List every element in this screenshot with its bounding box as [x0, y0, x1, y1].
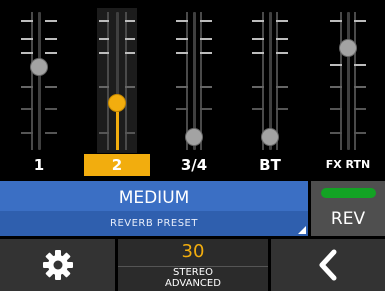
preset-name: MEDIUM	[118, 188, 190, 208]
fader-tick	[276, 108, 288, 110]
fader-rail	[354, 12, 356, 150]
fader-rail	[276, 12, 278, 150]
fader-tick	[21, 132, 33, 134]
reverb-preset-selector[interactable]: MEDIUM REVERB PRESET	[0, 181, 308, 236]
fader-tick	[252, 20, 264, 22]
fader-tick	[125, 132, 135, 134]
fader-tick	[176, 52, 188, 54]
back-button[interactable]	[271, 239, 385, 291]
fader-knob[interactable]	[261, 128, 279, 146]
chevron-left-icon	[319, 249, 337, 281]
fader-tick	[99, 38, 109, 40]
fader-tick	[21, 86, 33, 88]
channel-label-1[interactable]: 1	[19, 154, 59, 176]
fader-rail	[340, 12, 342, 150]
fader-tick	[330, 20, 342, 22]
fader-tick	[45, 108, 57, 110]
fader-tick	[330, 86, 342, 88]
fader-tick	[45, 52, 57, 54]
fader-channel-fx-rtn[interactable]	[328, 8, 368, 153]
fader-tick	[354, 64, 366, 66]
fader-tick	[354, 86, 366, 88]
fader-tick	[200, 38, 212, 40]
fader-tick	[176, 108, 188, 110]
fader-tick	[354, 20, 366, 22]
fader-tick	[45, 132, 57, 134]
rev-led-indicator	[321, 188, 376, 198]
fader-track	[346, 12, 350, 150]
fader-tick	[99, 20, 109, 22]
fader-tick	[99, 86, 109, 88]
fader-knob[interactable]	[30, 58, 48, 76]
fader-tick	[45, 86, 57, 88]
fader-tick	[125, 52, 135, 54]
fader-channel-bt[interactable]	[250, 8, 290, 153]
fader-tick	[330, 64, 342, 66]
fader-knob[interactable]	[185, 128, 203, 146]
fader-tick	[176, 38, 188, 40]
fader-tick	[21, 20, 33, 22]
fader-tick	[276, 38, 288, 40]
channel-label-bt[interactable]: BT	[248, 154, 292, 176]
fader-area: 1 2 3/4 BT FX RTN	[0, 0, 385, 178]
fader-tick	[252, 38, 264, 40]
fader-tick	[21, 38, 33, 40]
fader-tick	[200, 20, 212, 22]
fader-tick	[200, 86, 212, 88]
fader-tick	[21, 108, 33, 110]
parameter-value: 30	[181, 241, 205, 262]
settings-button[interactable]	[0, 239, 115, 291]
fader-channel-2[interactable]	[97, 8, 137, 153]
fader-tick	[176, 86, 188, 88]
fader-channel-3-4[interactable]	[174, 8, 214, 153]
fader-tick	[45, 38, 57, 40]
fader-channel-1[interactable]	[19, 8, 59, 153]
fader-tick	[125, 38, 135, 40]
parameter-submode: ADVANCED	[165, 278, 221, 289]
channel-label-3-4[interactable]: 3/4	[170, 154, 218, 176]
fader-tick	[125, 86, 135, 88]
fader-tick	[99, 52, 109, 54]
fader-tick	[330, 108, 342, 110]
fader-rail	[31, 12, 33, 150]
fader-knob[interactable]	[108, 94, 126, 112]
bottom-bar: 30 STEREO ADVANCED	[0, 239, 385, 291]
fader-tick	[21, 52, 33, 54]
fader-tick	[176, 20, 188, 22]
fader-level-fill	[115, 112, 119, 150]
fader-tick	[354, 132, 366, 134]
dropdown-corner-icon	[298, 226, 306, 234]
fader-tick	[200, 108, 212, 110]
fader-track	[37, 12, 41, 150]
fader-tick	[125, 20, 135, 22]
fader-tick	[252, 52, 264, 54]
rev-toggle-button[interactable]: REV	[311, 181, 385, 236]
fader-tick	[276, 20, 288, 22]
fader-tick	[200, 52, 212, 54]
preset-subtitle: REVERB PRESET	[0, 211, 308, 236]
gear-icon	[43, 250, 73, 280]
fader-tick	[276, 52, 288, 54]
fader-tick	[252, 86, 264, 88]
channel-label-2[interactable]: 2	[84, 154, 150, 176]
fader-rail	[200, 12, 202, 150]
fader-rail	[125, 12, 127, 150]
fader-tick	[252, 108, 264, 110]
channel-label-fx-rtn[interactable]: FX RTN	[318, 154, 378, 176]
fader-tick	[45, 20, 57, 22]
fader-tick	[354, 108, 366, 110]
fader-knob[interactable]	[339, 39, 357, 57]
rev-label: REV	[330, 209, 366, 229]
parameter-display[interactable]: 30 STEREO ADVANCED	[118, 239, 268, 291]
fader-tick	[99, 132, 109, 134]
fader-tick	[276, 86, 288, 88]
fader-rail	[107, 12, 109, 150]
fader-tick	[330, 132, 342, 134]
